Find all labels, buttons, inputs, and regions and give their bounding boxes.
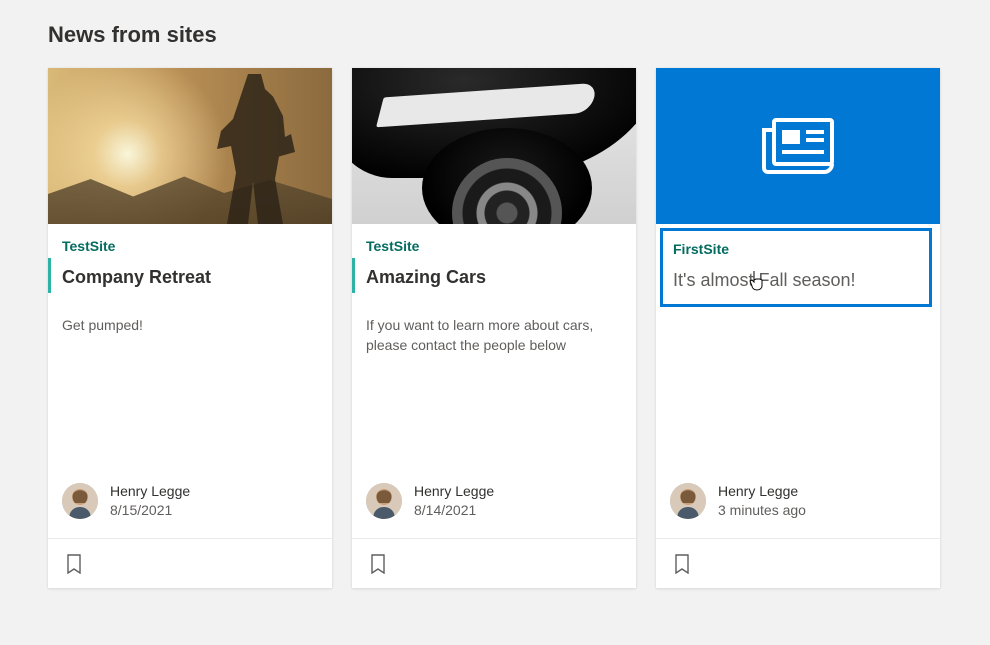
timestamp: 8/15/2021 [110, 501, 190, 520]
accent-bar [352, 258, 355, 293]
news-title[interactable]: Amazing Cars [366, 266, 622, 289]
news-cards-row: TestSite Company Retreat Get pumped! Hen… [48, 68, 942, 588]
author-name: Henry Legge [718, 482, 806, 501]
section-title: News from sites [48, 22, 942, 48]
news-card-body: TestSite Company Retreat Get pumped! Hen… [48, 224, 332, 538]
author-name: Henry Legge [110, 482, 190, 501]
news-card-body: FirstSite It's almost Fall season! Henry [656, 224, 940, 538]
author-row: Henry Legge 8/15/2021 [62, 482, 318, 520]
news-card[interactable]: TestSite Company Retreat Get pumped! Hen… [48, 68, 332, 588]
news-card-footer [656, 538, 940, 588]
news-title-block[interactable]: TestSite Amazing Cars [356, 228, 628, 301]
avatar[interactable] [670, 483, 706, 519]
accent-bar [48, 258, 51, 293]
news-hero-placeholder [656, 68, 940, 224]
news-section: News from sites TestSite Company Retreat… [0, 0, 990, 588]
news-description: Get pumped! [62, 315, 318, 335]
avatar[interactable] [366, 483, 402, 519]
news-site-name[interactable]: TestSite [62, 238, 318, 254]
author-row: Henry Legge 8/14/2021 [366, 482, 622, 520]
timestamp: 3 minutes ago [718, 501, 806, 520]
author-row: Henry Legge 3 minutes ago [670, 482, 926, 520]
avatar[interactable] [62, 483, 98, 519]
news-card[interactable]: FirstSite It's almost Fall season! Henry [656, 68, 940, 588]
news-site-name[interactable]: TestSite [366, 238, 622, 254]
news-icon [760, 116, 836, 176]
bookmark-icon[interactable] [366, 552, 390, 576]
news-site-name[interactable]: FirstSite [673, 241, 923, 257]
bookmark-icon[interactable] [670, 552, 694, 576]
news-hero-image [352, 68, 636, 224]
news-card-footer [48, 538, 332, 588]
news-title[interactable]: It's almost Fall season! [673, 269, 923, 292]
news-title-block[interactable]: TestSite Company Retreat [52, 228, 324, 301]
news-title[interactable]: Company Retreat [62, 266, 318, 289]
news-hero-image [48, 68, 332, 224]
news-card[interactable]: TestSite Amazing Cars If you want to lea… [352, 68, 636, 588]
news-title-block[interactable]: FirstSite It's almost Fall season! [660, 228, 932, 307]
timestamp: 8/14/2021 [414, 501, 494, 520]
news-description: If you want to learn more about cars, pl… [366, 315, 622, 356]
news-card-footer [352, 538, 636, 588]
news-card-body: TestSite Amazing Cars If you want to lea… [352, 224, 636, 538]
bookmark-icon[interactable] [62, 552, 86, 576]
author-name: Henry Legge [414, 482, 494, 501]
